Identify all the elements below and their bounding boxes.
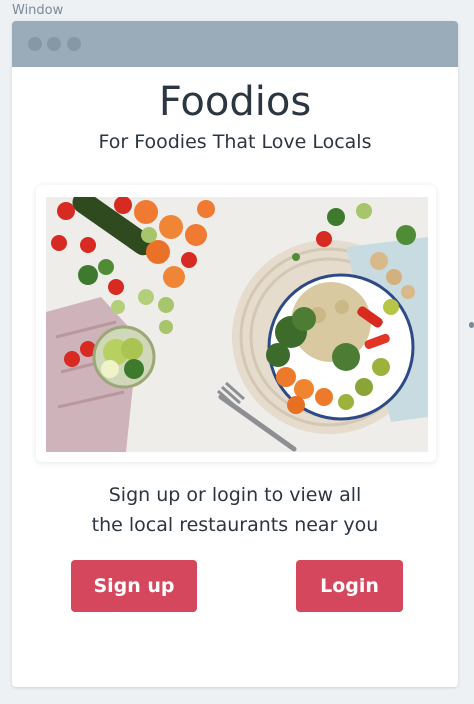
prompt-line-1: Sign up or login to view all <box>108 484 362 506</box>
app-title: Foodios <box>158 79 312 125</box>
food-photo-icon <box>46 197 428 452</box>
signup-prompt: Sign up or login to view all the local r… <box>12 480 458 540</box>
sign-up-button[interactable]: Sign up <box>71 560 197 612</box>
app-window: Foodios For Foodies That Love Locals Sig… <box>12 21 458 687</box>
window-dot-icon[interactable] <box>47 37 61 51</box>
window-dot-icon[interactable] <box>67 37 81 51</box>
prompt-line-2: the local restaurants near you <box>91 514 379 536</box>
canvas-label: Window <box>12 3 64 18</box>
app-tagline: For Foodies That Love Locals <box>98 131 372 153</box>
window-dot-icon[interactable] <box>28 37 42 51</box>
resize-handle-icon[interactable] <box>469 322 474 328</box>
window-titlebar[interactable] <box>12 21 458 67</box>
login-button[interactable]: Login <box>296 560 403 612</box>
hero-card <box>36 185 436 462</box>
